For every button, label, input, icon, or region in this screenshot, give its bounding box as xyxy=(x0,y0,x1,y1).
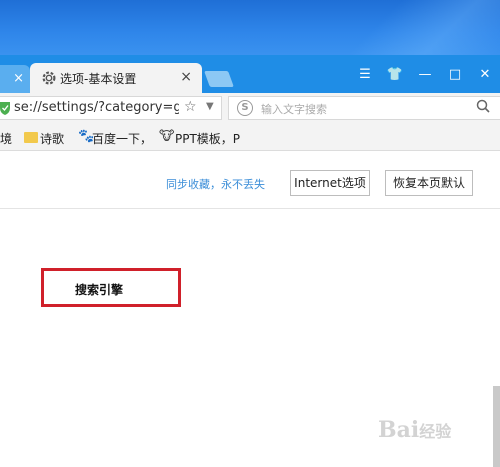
ppt-icon: 🐮 xyxy=(159,129,175,144)
maximize-icon[interactable]: □ xyxy=(440,65,470,87)
search-input[interactable]: S 输入文字搜索 xyxy=(228,96,500,120)
search-icon[interactable] xyxy=(476,99,490,117)
skin-icon[interactable]: 👕 xyxy=(380,65,410,87)
restore-defaults-button[interactable]: 恢复本页默认 xyxy=(385,170,473,196)
tab-close-icon[interactable]: × xyxy=(13,71,24,86)
bookmark-item[interactable]: PPT模板，P xyxy=(175,130,240,147)
watermark-text: Bai xyxy=(378,417,420,443)
folder-icon xyxy=(24,132,38,143)
address-field[interactable]: se://settings/?category=ger ☆ ▼ xyxy=(0,96,222,120)
minimize-icon[interactable]: — xyxy=(410,65,440,87)
tab-title: 选项-基本设置 xyxy=(60,72,137,86)
shield-icon xyxy=(0,102,10,115)
menu-icon[interactable]: ☰ xyxy=(350,65,380,87)
gear-icon xyxy=(42,71,56,85)
scrollbar[interactable] xyxy=(493,386,500,467)
sync-link[interactable]: 同步收藏，永不丢失 xyxy=(166,176,265,192)
bookmark-item[interactable]: 百度一下， xyxy=(92,130,152,147)
search-engine-section[interactable]: 搜索引擎 xyxy=(41,268,181,307)
chevron-down-icon[interactable]: ▼ xyxy=(206,101,214,112)
watermark: Bai经验 xyxy=(378,417,451,443)
internet-options-button[interactable]: Internet选项 xyxy=(290,170,370,196)
close-window-icon[interactable]: ✕ xyxy=(470,65,500,87)
settings-header: 同步收藏，永不丢失 Internet选项 恢复本页默认 xyxy=(0,151,500,209)
tab-settings[interactable]: 选项-基本设置 × xyxy=(30,63,202,93)
bookmarks-bar: 境 诗歌 🐾 百度一下， 🐮 PPT模板，P xyxy=(0,123,500,151)
tab-strip: × 选项-基本设置 × ☰ 👕 — □ ✕ xyxy=(0,55,500,93)
window-controls: ☰ 👕 — □ ✕ xyxy=(350,65,500,87)
new-tab-button[interactable] xyxy=(204,71,234,87)
tab-close-icon[interactable]: × xyxy=(180,69,192,85)
search-engine-logo-icon[interactable]: S xyxy=(237,100,253,116)
tab-previous[interactable]: × xyxy=(0,65,30,93)
search-placeholder: 输入文字搜索 xyxy=(261,103,327,116)
settings-page: 同步收藏，永不丢失 Internet选项 恢复本页默认 搜索引擎 Bai经验 xyxy=(0,151,500,467)
desktop-background xyxy=(0,0,500,55)
url-text[interactable]: se://settings/?category=ger xyxy=(14,100,179,115)
bookmark-item[interactable]: 诗歌 xyxy=(40,130,64,147)
search-engine-label: 搜索引擎 xyxy=(75,283,124,297)
address-bar-row: se://settings/?category=ger ☆ ▼ S 输入文字搜索 xyxy=(0,93,500,123)
bookmark-item[interactable]: 境 xyxy=(0,130,12,147)
watermark-suffix: 经验 xyxy=(419,422,452,441)
star-icon[interactable]: ☆ xyxy=(184,99,197,115)
magnifier-icon xyxy=(476,99,490,113)
